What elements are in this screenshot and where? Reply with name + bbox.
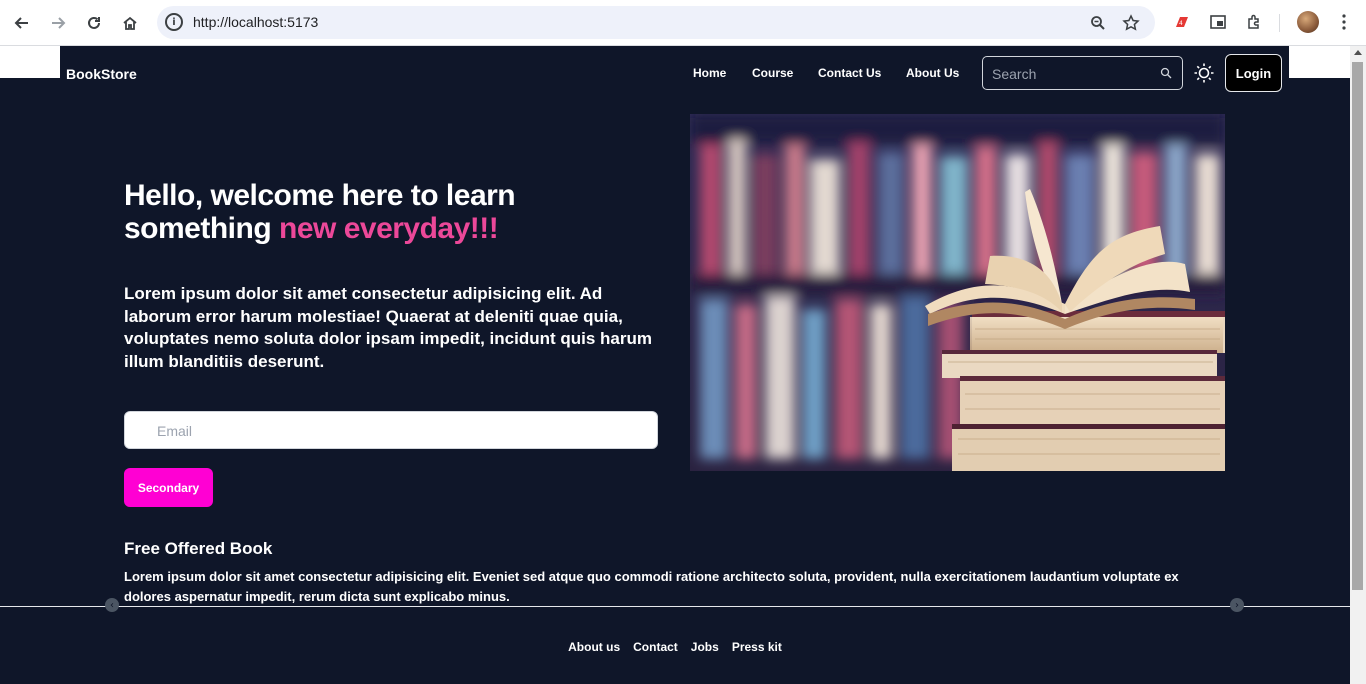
info-icon[interactable]: i <box>165 13 183 31</box>
carousel-next-icon[interactable]: › <box>1230 598 1244 612</box>
back-icon[interactable] <box>8 9 36 37</box>
page-content: BookStore Home Course Contact Us About U… <box>0 46 1350 684</box>
footer-link-jobs[interactable]: Jobs <box>691 640 719 654</box>
nav-link-course[interactable]: Course <box>752 66 793 80</box>
hero-description: Lorem ipsum dolor sit amet consectetur a… <box>124 284 652 371</box>
email-field <box>124 411 658 449</box>
url-text[interactable]: http://localhost:5173 <box>193 14 318 30</box>
login-button[interactable]: Login <box>1225 54 1282 92</box>
puzzle-icon[interactable] <box>1243 11 1265 33</box>
footer-divider <box>0 606 1350 607</box>
scroll-thumb[interactable] <box>1352 62 1363 590</box>
picture-in-picture-icon[interactable] <box>1207 11 1229 33</box>
extension-red-icon[interactable]: 4 <box>1171 11 1193 33</box>
search-box <box>982 56 1183 90</box>
email-input[interactable] <box>157 421 637 441</box>
forward-icon[interactable] <box>44 9 72 37</box>
hero-title-accent: new everyday!!! <box>279 212 499 245</box>
nav-link-home[interactable]: Home <box>693 66 726 80</box>
page-scrollbar[interactable] <box>1350 46 1366 684</box>
sun-icon[interactable] <box>1194 63 1214 83</box>
nav-link-contact[interactable]: Contact Us <box>818 66 881 80</box>
footer-nav: About us Contact Jobs Press kit <box>0 640 1350 654</box>
search-icon[interactable] <box>1160 67 1172 79</box>
zoom-icon[interactable] <box>1087 12 1109 34</box>
nav-link-about[interactable]: About Us <box>906 66 959 80</box>
carousel-prev-icon[interactable]: ‹ <box>105 598 119 612</box>
brand-logo[interactable]: BookStore <box>66 66 137 82</box>
site-navbar: BookStore Home Course Contact Us About U… <box>60 46 1289 106</box>
hero-title: Hello, welcome here to learn something n… <box>124 179 644 245</box>
profile-avatar[interactable] <box>1297 11 1319 33</box>
free-section-text: Lorem ipsum dolor sit amet consectetur a… <box>124 569 1179 604</box>
home-icon[interactable] <box>116 9 144 37</box>
more-menu-icon[interactable] <box>1333 11 1355 33</box>
hero-books-image <box>690 114 1225 471</box>
toolbar-divider <box>1279 14 1280 32</box>
footer-link-about[interactable]: About us <box>568 640 620 654</box>
address-bar[interactable]: i http://localhost:5173 <box>157 6 1155 39</box>
svg-text:4: 4 <box>1179 20 1183 27</box>
free-section-title: Free Offered Book <box>124 539 273 558</box>
footer-link-presskit[interactable]: Press kit <box>732 640 782 654</box>
secondary-button[interactable]: Secondary <box>124 468 213 507</box>
search-input[interactable] <box>992 64 1152 84</box>
footer-link-contact[interactable]: Contact <box>633 640 678 654</box>
reload-icon[interactable] <box>80 9 108 37</box>
browser-toolbar: i http://localhost:5173 4 <box>0 0 1366 46</box>
scroll-up-icon[interactable] <box>1354 50 1362 55</box>
star-icon[interactable] <box>1120 12 1142 34</box>
